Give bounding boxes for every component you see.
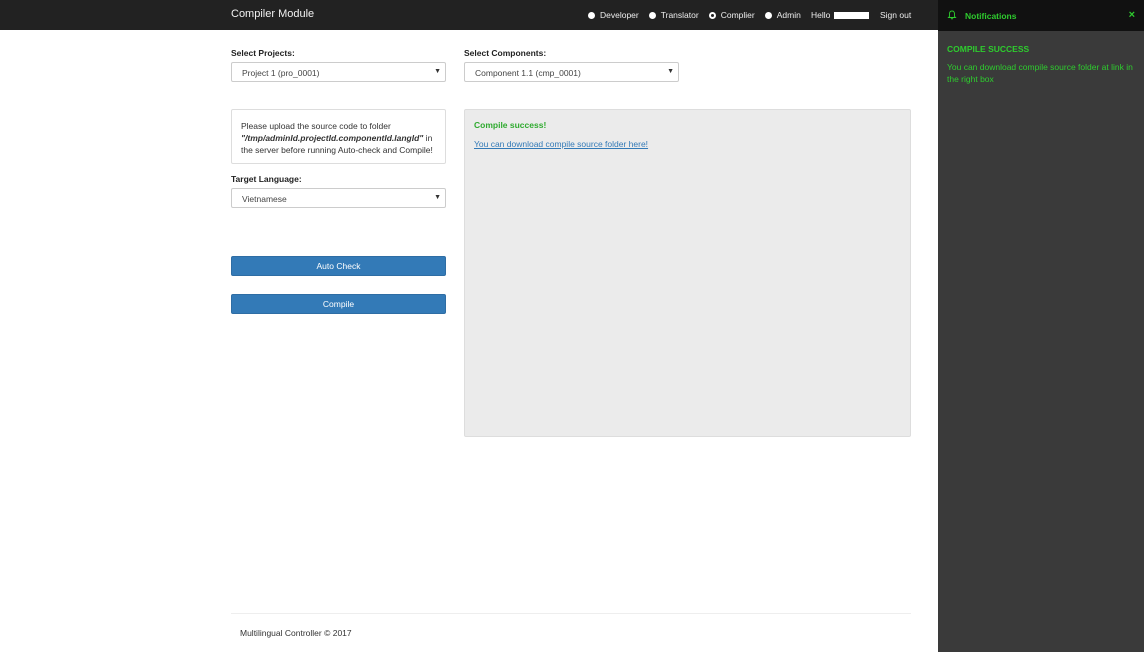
components-select-value: Component 1.1 (cmp_0001) — [475, 68, 581, 78]
info-prefix: Please upload the source code to folder — [241, 121, 391, 131]
notification-message: You can download compile source folder a… — [947, 62, 1133, 84]
caret-down-icon: ▼ — [434, 194, 441, 201]
redacted-username — [834, 11, 870, 19]
app-title[interactable]: Compiler Module — [231, 8, 314, 20]
notification-message-title: COMPILE SUCCESS — [947, 44, 1030, 54]
caret-down-icon: ▼ — [434, 68, 441, 75]
radio-admin[interactable] — [764, 11, 772, 19]
hello-text: Hello — [811, 10, 831, 20]
notifications-panel: Notifications × COMPILE SUCCESS You can … — [938, 0, 1144, 652]
download-link[interactable]: You can download compile source folder h… — [474, 139, 648, 149]
role-admin[interactable]: Admin — [764, 10, 801, 20]
compile-result-panel: Compile success! You can download compil… — [464, 109, 911, 437]
components-select[interactable]: Component 1.1 (cmp_0001) ▼ — [464, 62, 679, 82]
projects-select[interactable]: Project 1 (pro_0001) ▼ — [231, 62, 446, 82]
language-select-value: Vietnamese — [242, 194, 287, 204]
role-developer[interactable]: Developer — [588, 10, 639, 20]
result-title: Compile success! — [474, 120, 547, 130]
upload-instructions: Please upload the source code to folder … — [231, 109, 446, 164]
info-suffix-2: the server before running Auto-check and… — [241, 145, 433, 155]
projects-label: Select Projects: — [231, 48, 295, 58]
notifications-header: Notifications × — [938, 0, 1144, 31]
role-translator[interactable]: Translator — [648, 10, 699, 20]
compile-button[interactable]: Compile — [231, 294, 446, 314]
user-greeting: Hello — [811, 10, 870, 20]
info-path: "/tmp/adminId.projectId.componentId.lang… — [241, 133, 424, 143]
role-admin-label: Admin — [776, 10, 801, 20]
footer-text: Multilingual Controller © 2017 — [240, 628, 352, 638]
top-navbar: Compiler Module Developer Translator Com… — [0, 0, 938, 30]
notifications-title: Notifications — [965, 11, 1017, 21]
language-select[interactable]: Vietnamese ▼ — [231, 188, 446, 208]
radio-translator[interactable] — [648, 11, 656, 19]
close-icon[interactable]: × — [1129, 9, 1135, 21]
info-suffix-1: in — [423, 133, 433, 143]
role-compiler[interactable]: Complier — [708, 10, 755, 20]
auto-check-button[interactable]: Auto Check — [231, 256, 446, 276]
caret-down-icon: ▼ — [667, 68, 674, 75]
sign-out-link[interactable]: Sign out — [880, 10, 911, 20]
bell-icon — [947, 10, 957, 20]
projects-select-value: Project 1 (pro_0001) — [242, 68, 320, 78]
role-developer-label: Developer — [600, 10, 639, 20]
language-label: Target Language: — [231, 174, 302, 184]
role-compiler-label: Complier — [720, 10, 755, 20]
components-label: Select Components: — [464, 48, 547, 58]
role-translator-label: Translator — [660, 10, 699, 20]
role-selector: Developer Translator Complier Admin — [588, 10, 811, 20]
radio-compiler[interactable] — [708, 11, 716, 19]
footer-divider — [231, 613, 911, 614]
radio-developer[interactable] — [588, 11, 595, 19]
